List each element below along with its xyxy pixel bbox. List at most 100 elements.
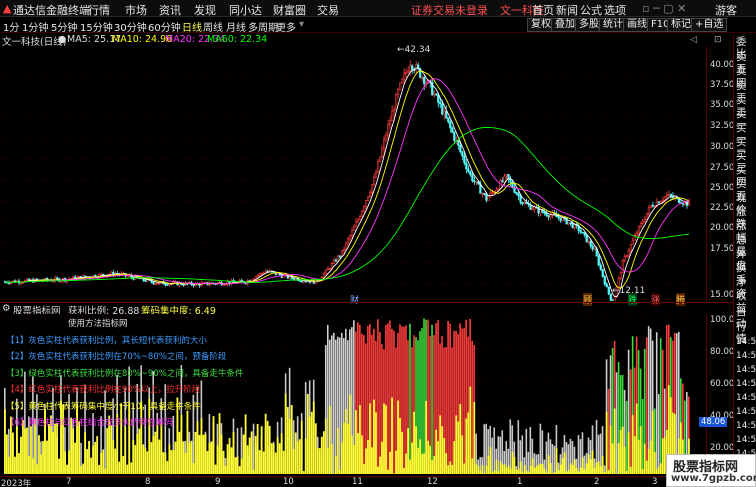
- period-5min[interactable]: 5分钟: [51, 19, 77, 34]
- candle-body: [449, 121, 452, 129]
- settings-dot-icon[interactable]: ●: [58, 34, 66, 45]
- date-tick: 3: [652, 477, 658, 487]
- concentration-bar: [407, 428, 409, 474]
- menu-tongxiaoda[interactable]: 同小达: [229, 2, 262, 18]
- candle-body: [567, 222, 570, 225]
- menu-options[interactable]: 选项: [604, 2, 626, 18]
- concentration-bar: [355, 410, 357, 474]
- concentration-bar: [619, 430, 622, 474]
- concentration-bar: [46, 440, 48, 474]
- concentration-bar: [318, 448, 321, 474]
- candle-body: [387, 124, 390, 136]
- profit-bar: [403, 326, 405, 474]
- profit-bar: [565, 442, 568, 474]
- candle-body: [627, 250, 630, 256]
- concentration-bar: [110, 425, 113, 474]
- expand-icon[interactable]: ◁: [690, 35, 697, 45]
- concentration-bar: [443, 438, 446, 474]
- price-chart[interactable]: [0, 46, 706, 301]
- period-monthly[interactable]: 月线: [226, 19, 246, 34]
- period-more[interactable]: 更多: [276, 19, 296, 34]
- concentration-bar: [391, 397, 393, 474]
- candle-body: [471, 174, 474, 182]
- period-15min[interactable]: 15分钟: [80, 19, 113, 34]
- price-tick: 27.50: [710, 163, 735, 173]
- candle-body: [483, 193, 486, 195]
- concentration-bar: [92, 445, 95, 474]
- date-tick: 10: [283, 477, 294, 487]
- concentration-bar: [611, 443, 614, 474]
- concentration-bar: [453, 441, 456, 474]
- concentration-bar: [164, 453, 167, 474]
- indicator-settings-icon[interactable]: ⚙: [2, 303, 11, 314]
- candle-body: [665, 194, 669, 198]
- candle-body: [336, 255, 340, 262]
- period-multi[interactable]: 多周期: [248, 19, 278, 34]
- candle-body: [461, 151, 464, 157]
- candle-body: [110, 271, 113, 275]
- concentration-bar: [365, 448, 367, 474]
- concentration-bar: [114, 448, 117, 474]
- candle-body: [397, 88, 400, 95]
- menu-shichang[interactable]: 市场: [125, 2, 147, 18]
- menu-zixun[interactable]: 资讯: [159, 2, 181, 18]
- guest-label[interactable]: 游客: [715, 2, 737, 18]
- menu-faxian[interactable]: 发现: [194, 2, 216, 18]
- candle-body: [356, 218, 360, 222]
- concentration-bar: [24, 428, 26, 474]
- legend-line-5: 【5】黄色柱代表筹码集中度小于10，具备走牛条件: [6, 401, 201, 412]
- concentration-bar: [32, 458, 34, 474]
- login-notice[interactable]: 证券交易未登录: [411, 2, 488, 18]
- menu-home[interactable]: 首页: [532, 2, 554, 18]
- concentration-bar: [525, 470, 528, 474]
- concentration-bar: [36, 464, 38, 474]
- period-1min[interactable]: 1分钟: [22, 19, 48, 34]
- menu-formula[interactable]: 公式: [580, 2, 602, 18]
- concentration-bar: [84, 432, 87, 474]
- window-controls-icon[interactable]: ▫ ─ ▢ ✕: [642, 2, 686, 15]
- concentration-bar: [497, 471, 500, 474]
- period-daily[interactable]: 日线: [182, 19, 202, 34]
- collapse-icon[interactable]: ⊡: [714, 35, 722, 45]
- period-60min[interactable]: 60分钟: [148, 19, 181, 34]
- concentration-bar: [98, 464, 101, 474]
- candle-body: [663, 196, 667, 201]
- menu-caifuquan[interactable]: 财富圈: [273, 2, 306, 18]
- candle-body: [583, 232, 586, 236]
- period-1[interactable]: 1分: [3, 19, 19, 34]
- candle-body: [647, 207, 650, 214]
- concentration-bar: [549, 463, 552, 474]
- candle-body: [254, 276, 257, 280]
- candle-body: [395, 94, 398, 110]
- concentration-bar: [236, 456, 239, 474]
- candle-body: [513, 187, 516, 193]
- candle-body: [635, 232, 638, 236]
- concentration-bar: [96, 436, 99, 474]
- profit-bar: [421, 328, 423, 474]
- profit-bar: [363, 335, 365, 474]
- concentration-bar: [6, 434, 8, 474]
- more-chevron-icon[interactable]: ▾: [299, 19, 304, 30]
- concentration-bar: [342, 422, 345, 474]
- date-axis: 2023年 7 8 9 10 11 12 1 2 3: [0, 476, 706, 487]
- period-30min[interactable]: 30分钟: [114, 19, 147, 34]
- tool-zixuan[interactable]: +自选: [691, 18, 728, 32]
- concentration-bar: [344, 409, 347, 474]
- candle-body: [403, 73, 406, 80]
- profit-bar: [471, 340, 473, 474]
- profit-bar: [379, 332, 381, 474]
- candle-body: [370, 184, 374, 193]
- menu-hangqing[interactable]: 行情: [88, 2, 110, 18]
- menu-news[interactable]: 新闻: [556, 2, 578, 18]
- concentration-bar: [591, 450, 594, 474]
- menu-jiaoyi[interactable]: 交易: [317, 2, 339, 18]
- candle-body: [559, 217, 562, 222]
- period-weekly[interactable]: 周线: [203, 19, 223, 34]
- concentration-bar: [226, 444, 229, 474]
- candle-body: [631, 239, 634, 246]
- concentration-bar: [439, 415, 442, 474]
- concentration-bar: [328, 405, 331, 474]
- concentration-bar: [130, 462, 133, 474]
- concentration-bar: [353, 445, 355, 474]
- profit-bar: [447, 320, 449, 474]
